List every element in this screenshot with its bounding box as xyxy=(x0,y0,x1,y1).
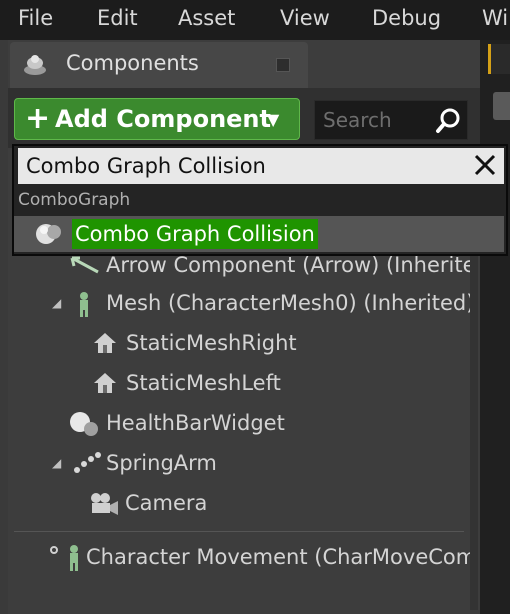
menu-view[interactable]: View xyxy=(280,6,330,30)
dropdown-category-heading: ComboGraph xyxy=(18,190,131,210)
tree-item-label: StaticMeshRight xyxy=(126,331,297,355)
camera-icon xyxy=(91,493,118,515)
dropdown-item-combo-graph-collision[interactable]: Combo Graph Collision xyxy=(14,216,504,252)
component-search-input[interactable] xyxy=(323,105,433,135)
viewport-button-edge[interactable] xyxy=(493,92,510,120)
dropdown-search-input[interactable] xyxy=(26,150,456,182)
tree-divider xyxy=(14,531,464,532)
menu-file[interactable]: File xyxy=(18,6,53,30)
menu-edit[interactable]: Edit xyxy=(97,6,138,30)
tab-close-button[interactable] xyxy=(276,58,290,72)
tree-item-staticmeshleft[interactable]: StaticMeshLeft xyxy=(92,364,470,402)
dropdown-item-label: Combo Graph Collision xyxy=(72,219,318,249)
tree-item-label: SpringArm xyxy=(106,451,217,475)
expand-arrow-icon[interactable]: ◢ xyxy=(52,444,61,482)
widget-component-icon xyxy=(70,412,98,436)
components-icon xyxy=(24,55,46,75)
menu-bar: File Edit Asset View Debug Wi xyxy=(0,0,510,40)
tree-item-mesh[interactable]: ◢ Mesh (CharacterMesh0) (Inherited) xyxy=(50,284,470,322)
tree-item-healthbarwidget[interactable]: HealthBarWidget xyxy=(66,404,470,442)
movement-component-icon xyxy=(50,545,78,571)
arrow-icon xyxy=(70,256,99,274)
clear-search-icon[interactable] xyxy=(470,150,500,180)
tab-components-label: Components xyxy=(66,51,199,75)
plus-icon: + xyxy=(25,101,51,136)
add-component-button[interactable]: + Add Component ▼ xyxy=(14,98,300,140)
static-mesh-icon xyxy=(94,333,116,353)
collision-component-icon xyxy=(36,224,61,244)
spring-arm-icon xyxy=(74,452,101,473)
tree-item-label: HealthBarWidget xyxy=(106,411,285,435)
search-icon[interactable] xyxy=(435,107,463,135)
menu-debug[interactable]: Debug xyxy=(372,6,441,30)
tree-item-staticmeshright[interactable]: StaticMeshRight xyxy=(92,324,470,362)
chevron-down-icon: ▼ xyxy=(267,110,280,129)
tree-item-springarm[interactable]: ◢ SpringArm xyxy=(50,444,470,482)
viewport-edge xyxy=(480,40,510,614)
tree-item-camera[interactable]: Camera xyxy=(88,484,470,522)
menu-window[interactable]: Wi xyxy=(482,6,508,30)
viewport-tab-edge[interactable] xyxy=(488,44,510,74)
tree-item-character-movement[interactable]: Character Movement (CharMoveComp) (Inher… xyxy=(48,538,470,576)
tree-item-label: Character Movement (CharMoveComp) (Inher… xyxy=(86,545,470,569)
dropdown-search-box xyxy=(18,148,504,184)
tree-item-label: Mesh (CharacterMesh0) (Inherited) xyxy=(106,291,470,315)
tree-item-label: StaticMeshLeft xyxy=(126,371,281,395)
character-mesh-icon xyxy=(80,292,88,317)
expand-arrow-icon[interactable]: ◢ xyxy=(52,284,61,322)
menu-asset[interactable]: Asset xyxy=(178,6,235,30)
static-mesh-icon xyxy=(94,373,116,393)
component-search-box xyxy=(314,100,468,140)
add-component-label: Add Component xyxy=(55,105,271,133)
tree-item-label: Camera xyxy=(125,491,208,515)
